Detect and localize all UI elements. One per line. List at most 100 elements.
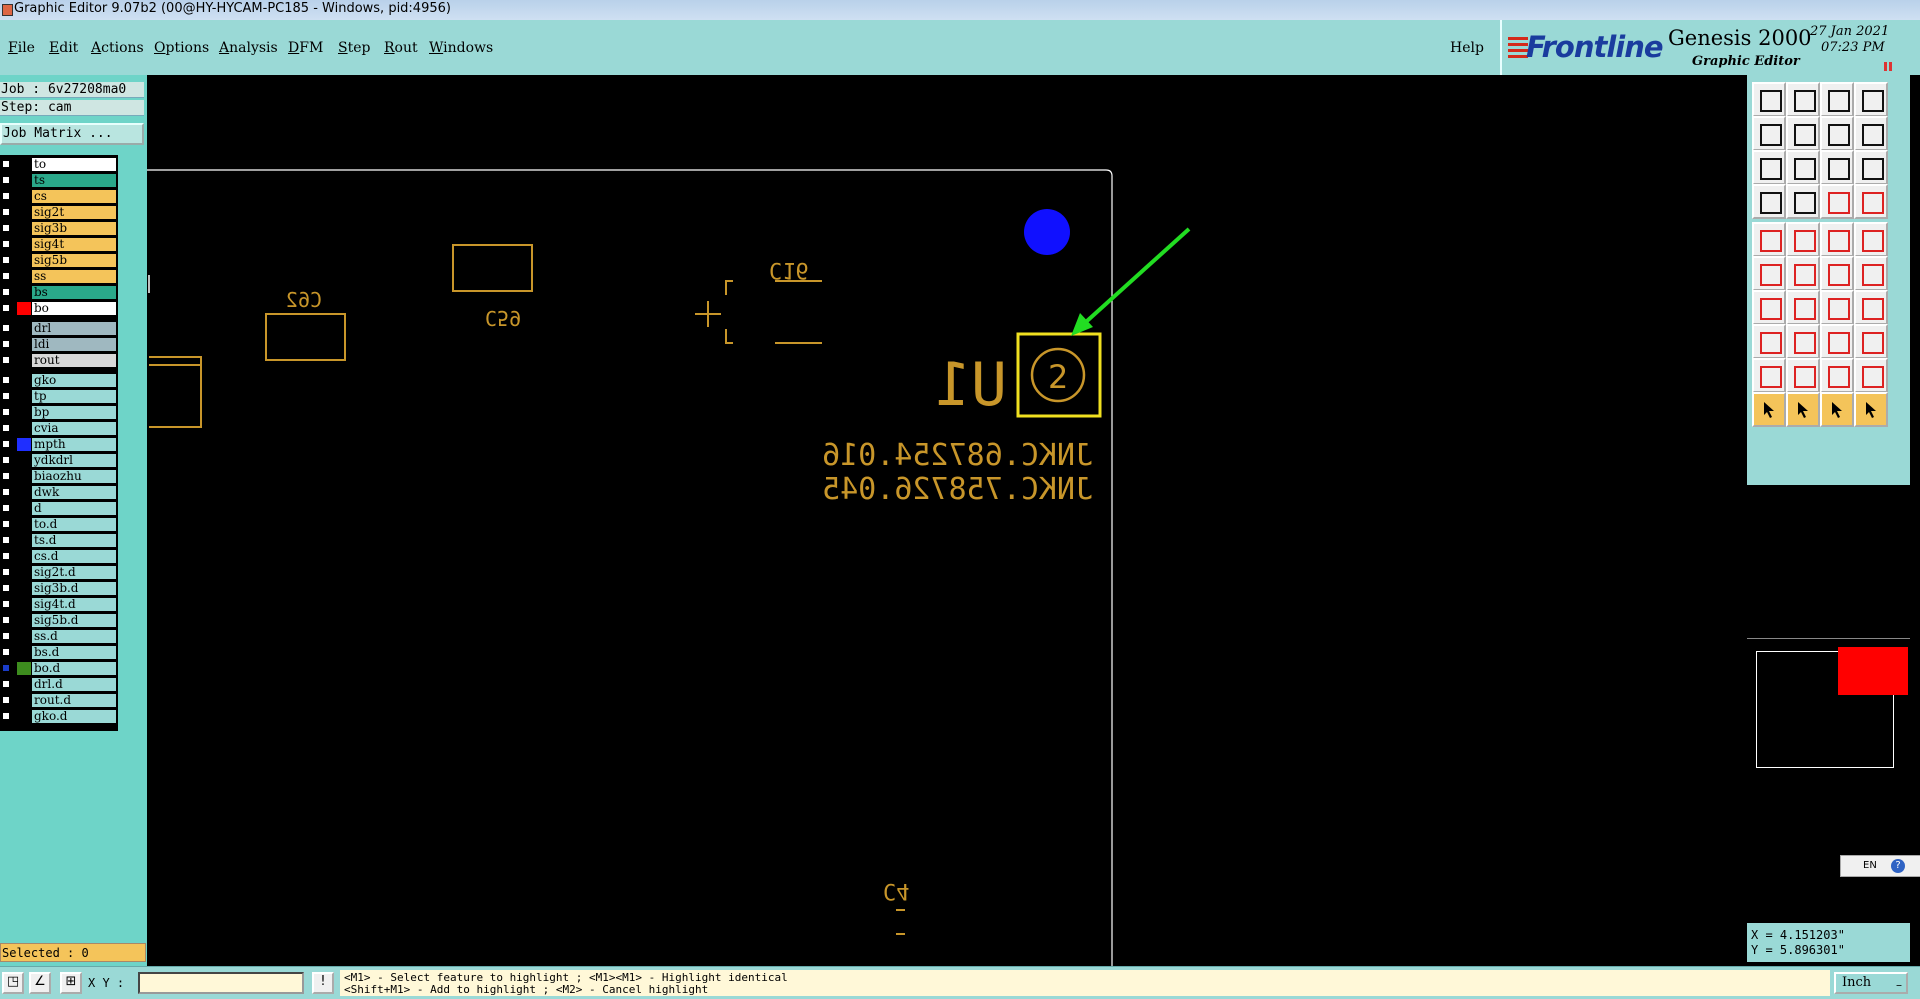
layer-color-swatch[interactable] [17, 302, 31, 315]
group-icon[interactable] [1854, 324, 1888, 359]
tri-move-icon[interactable] [1786, 358, 1820, 393]
pointer-icon[interactable] [1752, 392, 1786, 427]
layer-checkbox[interactable] [2, 584, 10, 592]
layer-checkbox[interactable] [2, 224, 10, 232]
tri-select-icon[interactable] [1752, 358, 1786, 393]
layer-name[interactable]: sig2t.d [32, 566, 116, 579]
layer-row-rout[interactable]: rout [0, 353, 118, 368]
layer-checkbox[interactable] [2, 392, 10, 400]
layer-color-swatch[interactable] [17, 174, 31, 187]
layer-checkbox[interactable] [2, 504, 10, 512]
layer-row-dwk[interactable]: dwk [0, 485, 118, 500]
layer-name[interactable]: to [32, 158, 116, 171]
select-icon[interactable] [1786, 392, 1820, 427]
layer-name[interactable]: bp [32, 406, 116, 419]
layer-name[interactable]: ydkdrl [32, 454, 116, 467]
layer-color-swatch[interactable] [17, 550, 31, 563]
layer-row-sig3b-d[interactable]: sig3b.d [0, 581, 118, 596]
layer-color-swatch[interactable] [17, 454, 31, 467]
line-icon[interactable] [1786, 290, 1820, 325]
info-icon[interactable]: ! [312, 972, 334, 994]
layer-color-swatch[interactable] [17, 270, 31, 283]
xy-input[interactable] [138, 972, 304, 994]
layer-name[interactable]: cvia [32, 422, 116, 435]
pan-right-icon[interactable] [1786, 116, 1820, 151]
layer-row-ss[interactable]: ss [0, 269, 118, 284]
unit-selector[interactable]: Inch – [1834, 972, 1908, 994]
layer-name[interactable]: to.d [32, 518, 116, 531]
layer-color-swatch[interactable] [17, 206, 31, 219]
split-view-icon[interactable] [1820, 116, 1854, 151]
layer-row-drl[interactable]: drl [0, 321, 118, 336]
layer-color-swatch[interactable] [17, 502, 31, 515]
add-pad-icon[interactable] [1752, 222, 1786, 257]
layer-row-sig2t-d[interactable]: sig2t.d [0, 565, 118, 580]
layer-color-swatch[interactable] [17, 678, 31, 691]
snapshot-icon[interactable] [1752, 184, 1786, 219]
layer-row-sig3b[interactable]: sig3b [0, 221, 118, 236]
fit-icon[interactable] [1752, 150, 1786, 185]
pcb-view[interactable]: C62 C59 C16 U1 2 JNKC.687254.016 JNKC.75… [147, 75, 1747, 966]
measure-icon[interactable] [1786, 324, 1820, 359]
layer-row-cvia[interactable]: cvia [0, 421, 118, 436]
layer-name[interactable]: ldi [32, 338, 116, 351]
tri-edit-icon[interactable] [1820, 358, 1854, 393]
layer-checkbox[interactable] [2, 696, 10, 704]
layer-checkbox[interactable] [2, 272, 10, 280]
layer-row-gko[interactable]: gko [0, 373, 118, 388]
layer-name[interactable]: d [32, 502, 116, 515]
layer-color-swatch[interactable] [17, 582, 31, 595]
layer-color-swatch[interactable] [17, 338, 31, 351]
menu-actions[interactable]: Actions [91, 40, 144, 56]
layer-color-swatch[interactable] [17, 390, 31, 403]
window-icon[interactable] [1854, 82, 1888, 117]
layer-name[interactable]: bo [32, 302, 116, 315]
layer-row-sig5b[interactable]: sig5b [0, 253, 118, 268]
layer-checkbox[interactable] [2, 160, 10, 168]
menu-analysis[interactable]: Analysis [219, 40, 278, 56]
mirror-icon[interactable] [1752, 324, 1786, 359]
layer-color-swatch[interactable] [17, 614, 31, 627]
layer-checkbox[interactable] [2, 408, 10, 416]
add-surface-icon[interactable] [1854, 222, 1888, 257]
layer-color-swatch[interactable] [17, 598, 31, 611]
layer-name[interactable]: gko.d [32, 710, 116, 723]
layer-name[interactable]: ss [32, 270, 116, 283]
grid-icon[interactable]: ⊞ [60, 972, 82, 994]
help-query-icon[interactable] [1854, 150, 1888, 185]
layer-name[interactable]: bs [32, 286, 116, 299]
layer-name[interactable]: ts [32, 174, 116, 187]
layer-checkbox[interactable] [2, 648, 10, 656]
layer-row-ts-d[interactable]: ts.d [0, 533, 118, 548]
layer-row-sig4t-d[interactable]: sig4t.d [0, 597, 118, 612]
arc-icon[interactable] [1820, 290, 1854, 325]
redraw-icon[interactable] [1854, 116, 1888, 151]
layer-color-swatch[interactable] [17, 322, 31, 335]
layer-color-swatch[interactable] [17, 646, 31, 659]
layer-checkbox[interactable] [2, 376, 10, 384]
pause-icon[interactable] [1884, 62, 1892, 71]
flip-icon[interactable] [1854, 290, 1888, 325]
layer-name[interactable]: drl [32, 322, 116, 335]
copy-icon[interactable] [1854, 256, 1888, 291]
zoom-back-icon[interactable] [1786, 82, 1820, 117]
zoom-fit-icon[interactable] [1786, 150, 1820, 185]
layer-name[interactable]: sig4t [32, 238, 116, 251]
layer-color-swatch[interactable] [17, 406, 31, 419]
layer-checkbox[interactable] [2, 472, 10, 480]
layer-row-rout-d[interactable]: rout.d [0, 693, 118, 708]
layer-name[interactable]: sig5b.d [32, 614, 116, 627]
layer-color-swatch[interactable] [17, 534, 31, 547]
layer-row-drl-d[interactable]: drl.d [0, 677, 118, 692]
layer-color-swatch[interactable] [17, 374, 31, 387]
layer-row-cs[interactable]: cs [0, 189, 118, 204]
help-icon[interactable]: ? [1891, 859, 1905, 873]
layer-row-sig5b-d[interactable]: sig5b.d [0, 613, 118, 628]
connect-icon[interactable] [1752, 256, 1786, 291]
layer-checkbox[interactable] [2, 680, 10, 688]
menu-file[interactable]: File [8, 40, 35, 56]
angle-icon[interactable] [1752, 290, 1786, 325]
layer-row-to[interactable]: to [0, 157, 118, 172]
layer-name[interactable]: sig2t [32, 206, 116, 219]
menu-step[interactable]: Step [338, 40, 370, 56]
